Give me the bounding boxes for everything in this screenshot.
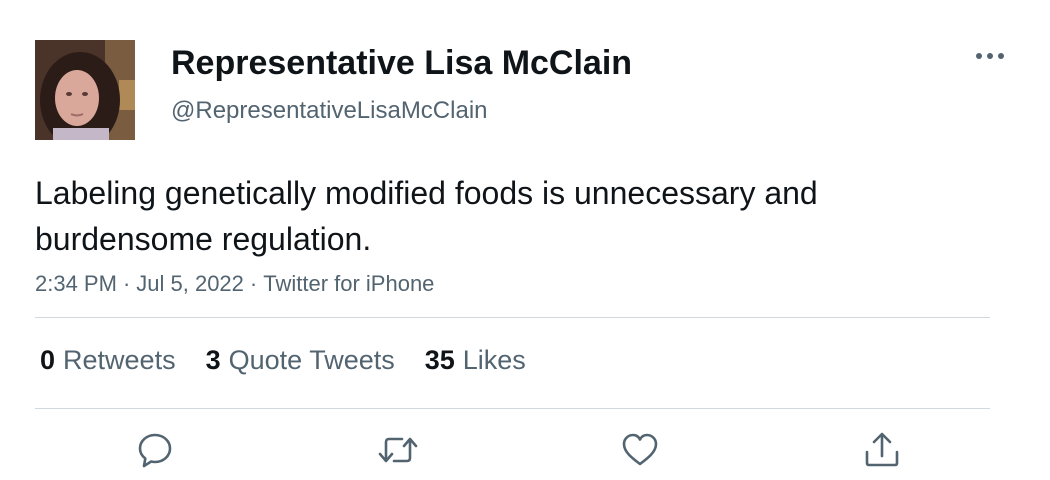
divider xyxy=(35,408,990,409)
share-icon xyxy=(865,432,899,467)
retweet-button[interactable] xyxy=(376,428,420,472)
likes-stat[interactable]: 35 Likes xyxy=(425,345,526,376)
tweet-text: Labeling genetically modified foods is u… xyxy=(35,175,818,257)
tweet-metadata: 2:34 PM · Jul 5, 2022 · Twitter for iPhone xyxy=(35,271,434,297)
share-button[interactable] xyxy=(860,428,904,472)
quote-tweets-stat[interactable]: 3 Quote Tweets xyxy=(206,345,395,376)
separator: · xyxy=(249,271,258,296)
reply-icon xyxy=(138,433,172,468)
avatar[interactable] xyxy=(35,40,135,140)
likes-count: 35 xyxy=(424,344,455,375)
tweet-time[interactable]: 2:34 PM xyxy=(35,271,117,296)
retweets-count: 0 xyxy=(40,344,56,375)
author-display-name[interactable]: Representative Lisa McClain xyxy=(171,44,632,83)
author-handle[interactable]: @RepresentativeLisaMcClain xyxy=(171,97,488,125)
tweet-source[interactable]: Twitter for iPhone xyxy=(263,271,434,296)
likes-label: Likes xyxy=(462,344,526,375)
reply-button[interactable] xyxy=(133,428,177,472)
retweet-icon xyxy=(378,437,418,463)
more-dots-icon xyxy=(976,53,1004,59)
like-button[interactable] xyxy=(618,428,662,472)
heart-icon xyxy=(622,433,658,466)
quote-tweets-label: Quote Tweets xyxy=(228,344,395,375)
tweet-card: Representative Lisa McClain @Representat… xyxy=(0,0,1050,480)
avatar-photo-icon xyxy=(35,40,135,140)
quote-tweets-count: 3 xyxy=(205,344,221,375)
more-options-button[interactable] xyxy=(970,40,1010,72)
engagement-stats: 0 Retweets 3 Quote Tweets 35 Likes xyxy=(40,340,556,380)
tweet-date[interactable]: Jul 5, 2022 xyxy=(136,271,244,296)
divider xyxy=(35,317,990,318)
retweets-label: Retweets xyxy=(63,344,176,375)
action-bar xyxy=(0,428,1050,472)
separator: · xyxy=(122,271,131,296)
retweets-stat[interactable]: 0 Retweets xyxy=(40,345,176,376)
